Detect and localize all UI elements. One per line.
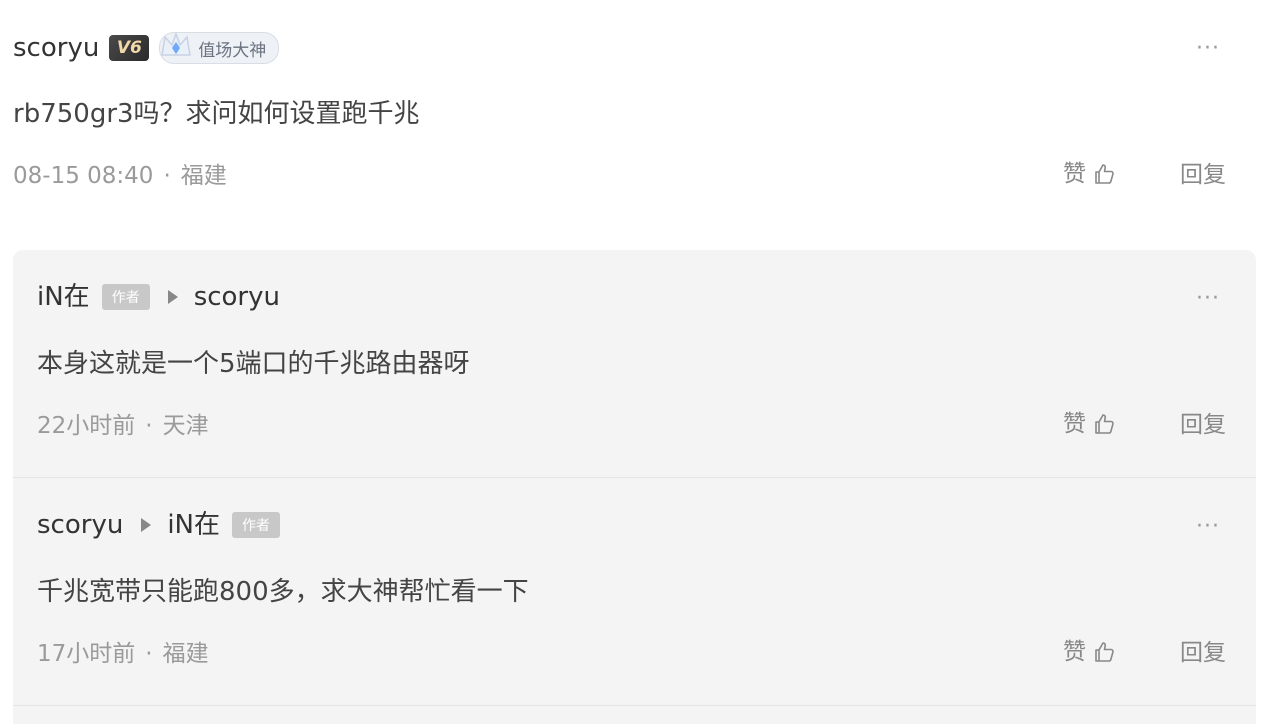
reply-thread: iN在 作者 scoryu ··· 本身这就是一个5端口的千兆路由器呀 22小时… (13, 250, 1256, 724)
reply-divider (13, 705, 1256, 706)
reply-button[interactable]: 回复 (1180, 414, 1226, 437)
like-label: 赞 (1063, 160, 1086, 187)
main-comment-header: scoryu V6 值场大神 (13, 31, 280, 64)
reply-meta: 17小时前 · 福建 (37, 643, 209, 666)
author-badge: 作者 (101, 284, 150, 310)
reply-text: 本身这就是一个5端口的千兆路由器呀 (37, 349, 470, 379)
author-badge: 作者 (232, 512, 280, 538)
meta-separator: · (145, 641, 153, 667)
reply-to-username[interactable]: iN在 (167, 512, 220, 538)
more-icon[interactable]: ··· (1196, 516, 1220, 538)
meta-separator: · (145, 413, 153, 439)
reply-arrow-icon (141, 518, 152, 532)
main-comment: scoryu V6 值场大神 ··· rb750gr3吗？求问如何设置跑千兆 0… (0, 0, 1266, 240)
meta-separator: · (163, 163, 171, 189)
like-button[interactable]: 赞 (1063, 162, 1116, 186)
reply-header: iN在 作者 scoryu (37, 284, 280, 310)
reply-button[interactable]: 回复 (1180, 642, 1226, 665)
comment-text: rb750gr3吗？求问如何设置跑千兆 (13, 99, 420, 129)
more-icon[interactable]: ··· (1196, 38, 1220, 60)
reply-button[interactable]: 回复 (1180, 164, 1226, 187)
reply-meta: 22小时前 · 天津 (37, 415, 209, 438)
reply-from-username[interactable]: iN在 (37, 284, 90, 310)
title-badge[interactable]: 值场大神 (159, 31, 280, 64)
like-button[interactable]: 赞 (1063, 412, 1116, 436)
like-button[interactable]: 赞 (1063, 640, 1116, 664)
comment-meta: 08-15 08:40 · 福建 (13, 165, 227, 188)
timestamp: 08-15 08:40 (13, 163, 154, 189)
location: 福建 (162, 641, 209, 667)
title-badge-label: 值场大神 (198, 40, 267, 61)
thumbs-up-icon (1095, 642, 1114, 662)
reply-item: iN在 作者 scoryu ··· 本身这就是一个5端口的千兆路由器呀 22小时… (13, 250, 1256, 477)
level-badge: V6 (109, 35, 150, 61)
timestamp: 17小时前 (37, 641, 136, 667)
like-label: 赞 (1063, 638, 1086, 665)
more-icon[interactable]: ··· (1196, 288, 1220, 310)
location: 福建 (180, 163, 227, 189)
crown-icon (161, 31, 192, 56)
reply-text: 千兆宽带只能跑800多，求大神帮忙看一下 (37, 577, 529, 607)
reply-header: scoryu iN在 作者 (37, 512, 280, 538)
thumbs-up-icon (1095, 414, 1114, 434)
location: 天津 (162, 413, 209, 439)
thumbs-up-icon (1095, 164, 1114, 184)
reply-item: scoryu iN在 作者 ··· 千兆宽带只能跑800多，求大神帮忙看一下 1… (13, 478, 1256, 705)
like-label: 赞 (1063, 410, 1086, 437)
reply-to-username[interactable]: scoryu (194, 284, 280, 310)
username[interactable]: scoryu (13, 35, 99, 61)
reply-arrow-icon (167, 290, 178, 304)
timestamp: 22小时前 (37, 413, 136, 439)
reply-from-username[interactable]: scoryu (37, 512, 123, 538)
